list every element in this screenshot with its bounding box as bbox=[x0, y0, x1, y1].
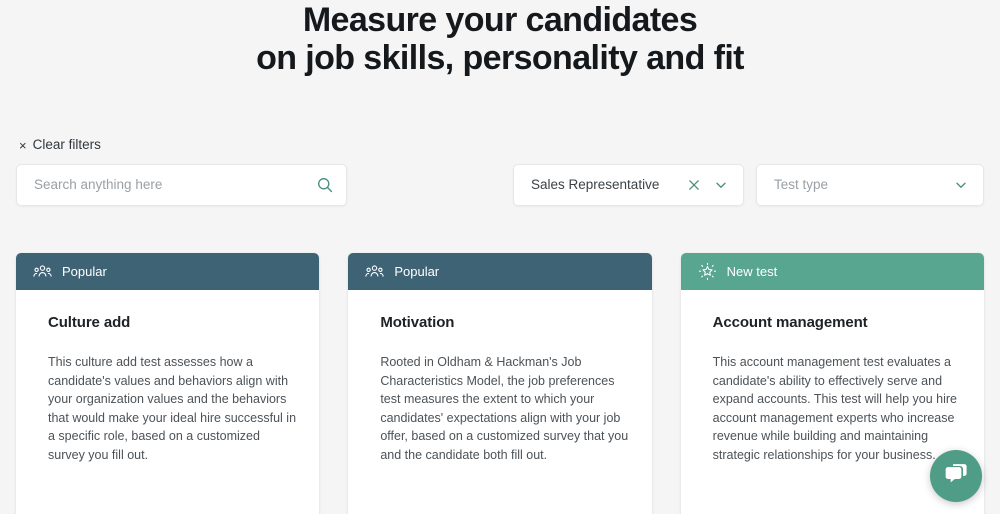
close-icon: × bbox=[19, 137, 27, 153]
search-field[interactable] bbox=[16, 163, 347, 206]
card-badge-label: Popular bbox=[394, 264, 440, 279]
clear-role-icon[interactable] bbox=[686, 177, 702, 193]
test-cards-grid: Popular Culture add This culture add tes… bbox=[0, 253, 1000, 514]
people-group-icon bbox=[33, 262, 52, 281]
hero-section: Measure your candidates on job skills, p… bbox=[0, 0, 1000, 77]
card-badge-header: Popular bbox=[16, 253, 320, 290]
test-type-filter-select[interactable]: Test type bbox=[756, 163, 984, 206]
search-input[interactable] bbox=[34, 177, 316, 192]
role-filter-select[interactable]: Sales Representative bbox=[513, 163, 744, 206]
card-badge-header: Popular bbox=[348, 253, 652, 290]
chat-bubbles-icon bbox=[943, 461, 970, 491]
page-title-line-2: on job skills, personality and fit bbox=[256, 39, 744, 77]
card-description: This account management test evaluates a… bbox=[712, 355, 958, 462]
card-title: Motivation bbox=[380, 314, 455, 331]
card-body: Motivation Rooted in Oldham & Hackman's … bbox=[348, 290, 651, 514]
filter-controls-row: Sales Representative Test type bbox=[0, 163, 1000, 206]
test-type-filter-value: Test type bbox=[774, 177, 829, 192]
card-description: Rooted in Oldham & Hackman's Job Charact… bbox=[380, 355, 629, 462]
card-badge-header: New test bbox=[680, 253, 984, 290]
chat-widget-button[interactable] bbox=[930, 450, 982, 502]
page-title-line-1: Measure your candidates bbox=[302, 1, 698, 39]
test-type-filter-actions bbox=[953, 177, 969, 193]
page-title: Measure your candidates on job skills, p… bbox=[0, 0, 1000, 77]
card-body: Culture add This culture add test assess… bbox=[16, 290, 319, 514]
clear-filters-button[interactable]: × Clear filters bbox=[19, 136, 101, 154]
card-title: Account management bbox=[712, 314, 868, 331]
card-title: Culture add bbox=[48, 314, 131, 331]
card-badge-label: New test bbox=[726, 264, 778, 279]
role-filter-actions bbox=[686, 177, 729, 193]
chevron-down-icon[interactable] bbox=[713, 177, 729, 193]
chevron-down-icon[interactable] bbox=[953, 177, 969, 193]
sparkle-star-icon bbox=[698, 262, 717, 281]
card-description: This culture add test assesses how a can… bbox=[48, 355, 297, 462]
people-group-icon bbox=[365, 262, 384, 281]
filters-section: × Clear filters Sales Representative bbox=[0, 136, 1000, 206]
test-card[interactable]: Popular Culture add This culture add tes… bbox=[16, 253, 320, 514]
test-card[interactable]: Popular Motivation Rooted in Oldham & Ha… bbox=[348, 253, 652, 514]
card-badge-label: Popular bbox=[62, 264, 107, 279]
role-filter-value: Sales Representative bbox=[531, 177, 660, 192]
clear-filters-label: Clear filters bbox=[32, 137, 101, 152]
search-icon[interactable] bbox=[316, 176, 334, 194]
